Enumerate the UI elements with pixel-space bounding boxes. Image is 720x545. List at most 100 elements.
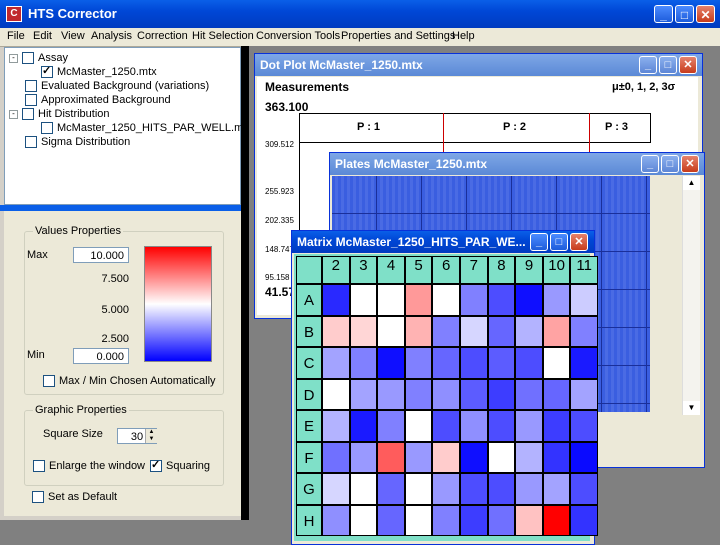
auto-minmax-option[interactable]: Max / Min Chosen Automatically [43, 375, 216, 387]
approximated-background-checkbox[interactable] [25, 94, 37, 106]
tree-item-evaluated-background[interactable]: Evaluated Background (variations) [25, 79, 209, 93]
matrix-cell[interactable] [404, 473, 433, 505]
matrix-cell[interactable] [322, 347, 350, 379]
matrix-cell[interactable] [322, 410, 350, 442]
matrix-cell[interactable] [570, 284, 598, 316]
matrix-cell[interactable] [349, 284, 378, 316]
matrix-cell[interactable] [487, 284, 516, 316]
enlarge-window-checkbox[interactable] [33, 460, 45, 472]
matrix-cell[interactable] [460, 441, 488, 473]
matrix-cell[interactable] [515, 441, 543, 473]
matrix-cell[interactable] [542, 441, 571, 473]
matrix-cell[interactable] [542, 410, 571, 442]
collapse-icon[interactable]: - [9, 53, 18, 63]
minimize-button[interactable]: _ [654, 5, 673, 23]
matrix-cell[interactable] [322, 504, 350, 536]
set-default-checkbox[interactable] [32, 491, 44, 503]
matrix-cell[interactable] [460, 284, 488, 316]
matrix-cell[interactable] [349, 441, 378, 473]
matrix-cell[interactable] [570, 410, 598, 442]
matrix-cell[interactable] [515, 473, 543, 505]
matrix-cell[interactable] [570, 504, 598, 536]
menu-view[interactable]: View [61, 30, 85, 42]
matrix-cell[interactable] [460, 410, 488, 442]
tree-item-sigma-distribution[interactable]: Sigma Distribution [25, 135, 130, 149]
plates-titlebar[interactable]: Plates McMaster_1250.mtx _ □ ✕ [330, 153, 704, 175]
matrix-cell[interactable] [487, 410, 516, 442]
matrix-cell[interactable] [432, 441, 460, 473]
collapse-icon[interactable]: - [9, 109, 18, 119]
dotplot-minimize-button[interactable]: _ [639, 56, 657, 74]
plates-minimize-button[interactable]: _ [641, 155, 659, 173]
matrix-cell[interactable] [542, 473, 571, 505]
matrix-cell[interactable] [322, 441, 350, 473]
matrix-cell[interactable] [349, 315, 378, 347]
title-bar[interactable]: C HTS Corrector _ □ ✕ [0, 0, 720, 28]
matrix-cell[interactable] [404, 378, 433, 410]
matrix-cell[interactable] [542, 504, 571, 536]
matrix-cell[interactable] [460, 347, 488, 379]
matrix-cell[interactable] [460, 315, 488, 347]
sigma-distribution-checkbox[interactable] [25, 136, 37, 148]
mcmaster-checkbox[interactable] [41, 64, 53, 78]
menu-properties-settings[interactable]: Properties and Settings [341, 30, 455, 42]
hits-par-well-checkbox[interactable] [41, 122, 53, 134]
matrix-cell[interactable] [570, 473, 598, 505]
matrix-cell[interactable] [542, 347, 571, 379]
matrix-cell[interactable] [432, 315, 460, 347]
menu-correction[interactable]: Correction [137, 30, 188, 42]
matrix-cell[interactable] [542, 378, 571, 410]
matrix-cell[interactable] [487, 441, 516, 473]
matrix-cell[interactable] [377, 441, 405, 473]
matrix-cell[interactable] [349, 473, 378, 505]
scroll-up-icon[interactable]: ▲ [683, 176, 700, 190]
matrix-cell[interactable] [377, 284, 405, 316]
matrix-cell[interactable] [377, 347, 405, 379]
matrix-cell[interactable] [570, 441, 598, 473]
matrix-cell[interactable] [349, 504, 378, 536]
matrix-cell[interactable] [432, 410, 460, 442]
dotplot-titlebar[interactable]: Dot Plot McMaster_1250.mtx _ □ ✕ [255, 54, 702, 76]
matrix-cell[interactable] [404, 441, 433, 473]
matrix-cell[interactable] [404, 347, 433, 379]
matrix-cell[interactable] [404, 315, 433, 347]
min-input[interactable]: 0.000 [73, 348, 129, 364]
matrix-cell[interactable] [432, 504, 460, 536]
matrix-cell[interactable] [322, 315, 350, 347]
tree-item-assay[interactable]: - Assay [9, 51, 68, 65]
matrix-window[interactable]: Matrix McMaster_1250_HITS_PAR_WE... _ □ … [291, 230, 598, 545]
menu-conversion-tools[interactable]: Conversion Tools [256, 30, 340, 42]
tree-item-hit-distribution[interactable]: - Hit Distribution [9, 107, 110, 121]
matrix-cell[interactable] [460, 378, 488, 410]
matrix-cell[interactable] [322, 378, 350, 410]
matrix-cell[interactable] [404, 284, 433, 316]
menu-file[interactable]: File [7, 30, 25, 42]
data-tree[interactable]: - Assay McMaster_1250.mtx Evaluated Back… [4, 47, 252, 205]
matrix-cell[interactable] [460, 504, 488, 536]
matrix-cell[interactable] [404, 504, 433, 536]
matrix-cell[interactable] [515, 378, 543, 410]
matrix-cell[interactable] [349, 378, 378, 410]
auto-minmax-checkbox[interactable] [43, 375, 55, 387]
matrix-cell[interactable] [432, 347, 460, 379]
matrix-titlebar[interactable]: Matrix McMaster_1250_HITS_PAR_WE... _ □ … [292, 231, 594, 253]
matrix-cell[interactable] [322, 473, 350, 505]
matrix-cell[interactable] [460, 473, 488, 505]
matrix-cell[interactable] [349, 410, 378, 442]
matrix-cell[interactable] [432, 473, 460, 505]
plates-scrollbar[interactable]: ▲ ▼ [682, 176, 700, 415]
dotplot-maximize-button[interactable]: □ [659, 56, 677, 74]
matrix-cell[interactable] [515, 315, 543, 347]
matrix-close-button[interactable]: ✕ [570, 233, 588, 251]
tree-item-hits-par-well[interactable]: McMaster_1250_HITS_PAR_WELL.mtx [41, 121, 252, 135]
matrix-cell[interactable] [377, 315, 405, 347]
matrix-cell[interactable] [515, 504, 543, 536]
matrix-cell[interactable] [377, 473, 405, 505]
plates-maximize-button[interactable]: □ [661, 155, 679, 173]
matrix-cell[interactable] [487, 315, 516, 347]
tree-item-approximated-background[interactable]: Approximated Background [25, 93, 171, 107]
matrix-cell[interactable] [515, 410, 543, 442]
evaluated-background-checkbox[interactable] [25, 80, 37, 92]
tree-item-mcmaster[interactable]: McMaster_1250.mtx [41, 64, 157, 79]
matrix-cell[interactable] [404, 410, 433, 442]
